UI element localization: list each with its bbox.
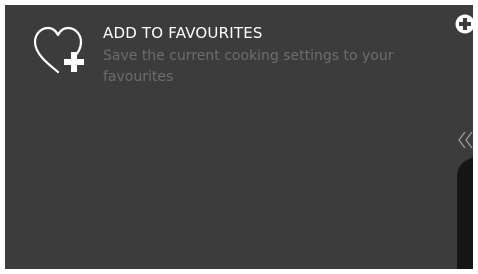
side-panel-tab[interactable]	[449, 155, 473, 269]
add-to-favourites-item[interactable]: ADD TO FAVOURITES Save the current cooki…	[5, 5, 425, 105]
favourites-description: Save the current cooking settings to you…	[103, 48, 394, 85]
heart-plus-icon	[33, 26, 84, 74]
double-chevron-left-icon[interactable]	[457, 129, 473, 151]
favourites-title: ADD TO FAVOURITES	[103, 24, 263, 42]
plus-circle-icon[interactable]	[455, 14, 473, 34]
oven-screen: ADD TO FAVOURITES Save the current cooki…	[5, 5, 473, 269]
